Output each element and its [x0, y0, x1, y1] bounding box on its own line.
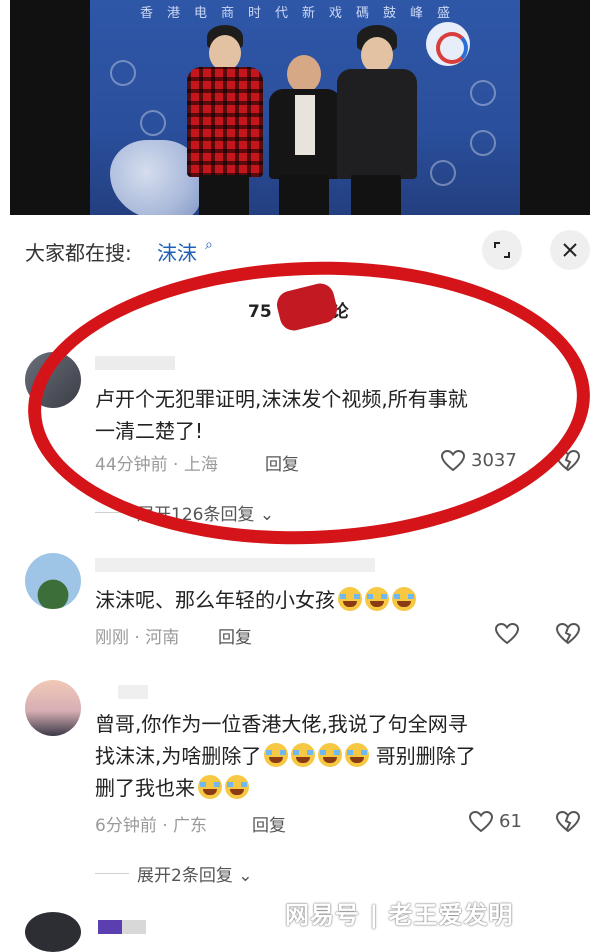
- close-button[interactable]: [550, 230, 590, 270]
- expand-icon: [494, 242, 510, 258]
- divider: [95, 873, 129, 874]
- backdrop-motif: [430, 160, 456, 186]
- comment-meta: 44分钟前 · 上海: [95, 455, 218, 475]
- broken-heart-icon[interactable]: [555, 810, 581, 834]
- broken-heart-icon[interactable]: [555, 449, 581, 473]
- expand-replies-button[interactable]: 展开126条回复 ⌄: [137, 500, 274, 525]
- username-redacted[interactable]: [95, 558, 375, 572]
- person-middle: [265, 55, 345, 215]
- laugh-cry-emoji: [392, 587, 416, 611]
- laugh-cry-emoji: [291, 743, 316, 767]
- divider: [95, 512, 129, 513]
- laugh-cry-emoji: [318, 743, 343, 767]
- chevron-down-icon: ⌄: [259, 505, 275, 525]
- reply-button[interactable]: 回复: [265, 450, 299, 475]
- laugh-cry-emoji: [264, 743, 289, 767]
- heart-icon[interactable]: [440, 449, 466, 473]
- watermark: 网易号 | 老王爱发明: [285, 901, 514, 929]
- broken-heart-icon[interactable]: [555, 622, 581, 646]
- comment-text: 卢开个无犯罪证明,沫沫发个视频,所有事就 一清二楚了!: [95, 387, 468, 443]
- username-redacted[interactable]: [118, 685, 148, 699]
- grin-emoji: [225, 775, 249, 799]
- avatar[interactable]: [25, 912, 81, 952]
- comment-text: 曾哥,你作为一位香港大佬,我说了句全网寻 找沫沫,为啥删除了 哥别删除了 删了我…: [95, 712, 476, 800]
- comment-text: 沫沫呢、那么年轻的小女孩: [95, 584, 575, 616]
- backdrop-banner-text: 香港电商时代新戏碼鼓峰盛: [140, 6, 465, 21]
- red-scribble-cover: [274, 280, 340, 334]
- heart-icon[interactable]: [468, 810, 494, 834]
- heart-icon[interactable]: [494, 622, 520, 646]
- backdrop-motif: [470, 80, 496, 106]
- username-redacted[interactable]: [95, 356, 175, 370]
- close-icon: [563, 243, 577, 257]
- expand-replies-button[interactable]: 展开2条回复 ⌄: [137, 861, 252, 886]
- backdrop-motif: [470, 130, 496, 156]
- photo-left-edge: [10, 0, 90, 215]
- sponsor-logo: [426, 22, 470, 66]
- comment-meta: 6分钟前 · 广东: [95, 816, 208, 836]
- like-count: 3037: [471, 450, 517, 471]
- search-icon[interactable]: ⌕: [205, 237, 213, 253]
- backdrop-motif: [110, 60, 136, 86]
- avatar[interactable]: [25, 553, 81, 609]
- reply-button[interactable]: 回复: [218, 623, 252, 648]
- grin-emoji: [198, 775, 222, 799]
- person-right: [335, 25, 420, 215]
- reply-button[interactable]: 回复: [252, 811, 286, 836]
- hot-search-term[interactable]: 沫沫: [157, 237, 197, 266]
- photo-right-edge: [520, 0, 590, 215]
- username-redacted[interactable]: [98, 920, 146, 934]
- avatar[interactable]: [25, 352, 81, 408]
- laugh-cry-emoji: [365, 587, 389, 611]
- laugh-cry-emoji: [338, 587, 362, 611]
- person-left: [185, 25, 265, 215]
- comment-meta: 刚刚 · 河南: [95, 628, 180, 648]
- avatar[interactable]: [25, 680, 81, 736]
- like-count: 61: [499, 811, 522, 832]
- header-photo: 香港电商时代新戏碼鼓峰盛: [10, 0, 590, 215]
- backdrop-motif: [140, 110, 166, 136]
- hot-search-label: 大家都在搜:: [25, 241, 132, 265]
- laugh-cry-emoji: [345, 743, 370, 767]
- chevron-down-icon: ⌄: [238, 866, 253, 886]
- expand-button[interactable]: [482, 230, 522, 270]
